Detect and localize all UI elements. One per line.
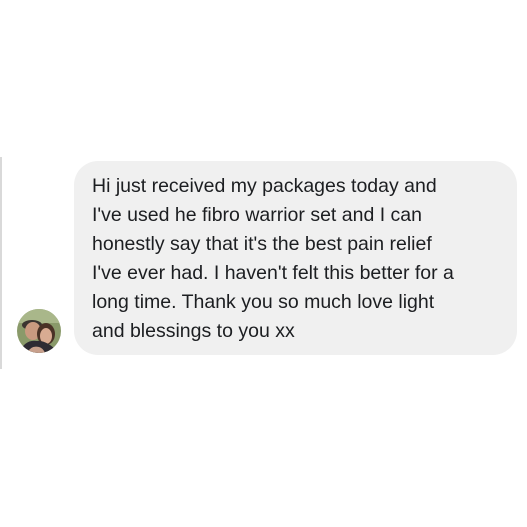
sender-avatar[interactable] [17,309,61,353]
user-photo-avatar-icon [17,309,61,353]
divider [0,157,2,369]
message-bubble[interactable]: Hi just received my packages today and I… [74,161,517,355]
message-text: Hi just received my packages today and I… [92,175,454,342]
chat-screen: Hi just received my packages today and I… [0,0,527,527]
